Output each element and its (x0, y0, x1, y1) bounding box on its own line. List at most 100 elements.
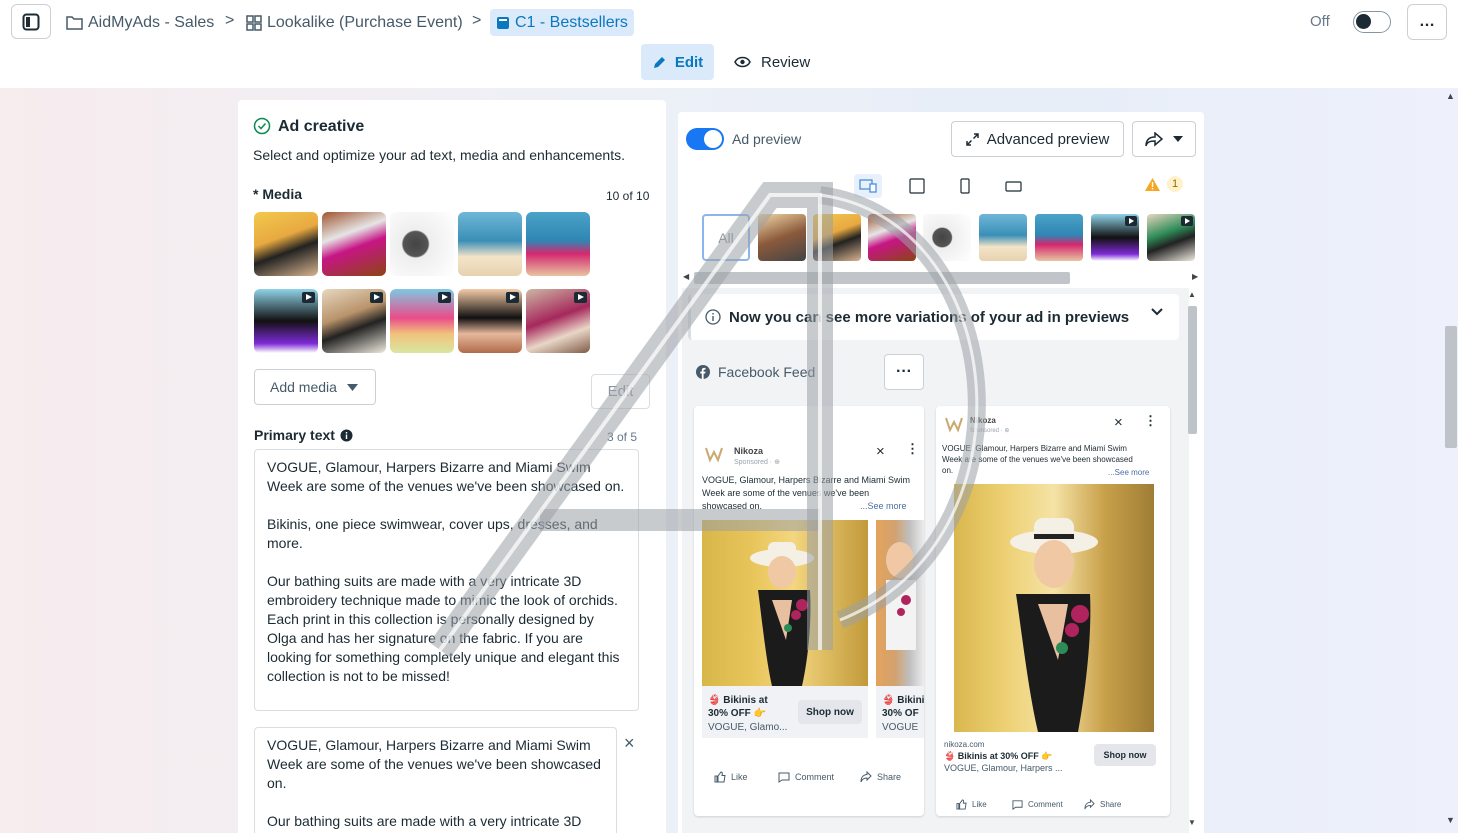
facebook-feed-preview-single[interactable]: Nikoza Sponsored · ⊕ × ⋮ VOGUE, Glamour,… (936, 406, 1170, 816)
variation-thumbnail[interactable] (1035, 214, 1083, 261)
cta-description: VOGUE, Glamo... (708, 722, 788, 733)
video-thumbnail[interactable] (458, 289, 522, 353)
landscape-view-button[interactable] (999, 174, 1027, 198)
sidebar-toggle-button[interactable] (11, 4, 51, 39)
comment-button[interactable]: Comment (778, 771, 834, 783)
see-more-link[interactable]: ...See more (860, 500, 907, 513)
variation-thumbnail[interactable] (979, 214, 1027, 261)
all-devices-view-button[interactable] (854, 174, 882, 198)
ad-cta: nikoza.com 👙 Bikinis at 30% OFF 👉 VOGUE,… (936, 732, 1170, 780)
like-icon (714, 771, 726, 783)
variation-thumbnail[interactable] (923, 214, 971, 261)
placement-options-label: ··· (896, 363, 912, 380)
scroll-up-arrow[interactable]: ▲ (1446, 91, 1455, 101)
variation-thumbnail[interactable] (1091, 214, 1139, 261)
primary-text-title: Primary text (254, 427, 335, 443)
chevron-down-icon (1151, 308, 1163, 316)
variation-thumbnail[interactable] (868, 214, 916, 261)
mobile-view-button[interactable] (951, 174, 979, 198)
breadcrumb-adset-label: Lookalike (Purchase Event) (267, 13, 463, 31)
warnings-indicator[interactable]: 1 (1144, 176, 1183, 192)
primary-text-label: Primary text (254, 427, 353, 443)
video-thumbnail[interactable] (526, 289, 590, 353)
video-thumbnail[interactable] (322, 289, 386, 353)
facebook-feed-preview-carousel[interactable]: Nikoza Sponsored · ⊕ × ⋮ VOGUE, Glamour,… (694, 406, 924, 816)
variation-all-button[interactable]: All (702, 214, 750, 261)
primary-text-count: 3 of 5 (607, 430, 638, 444)
warning-icon (1145, 177, 1160, 191)
primary-text-input-1[interactable]: VOGUE, Glamour, Harpers Bizarre and Miam… (254, 449, 639, 711)
section-title: Ad creative (278, 118, 365, 135)
video-thumbnail[interactable] (254, 289, 318, 353)
share-button[interactable]: Share (860, 771, 901, 783)
placement-options-button[interactable]: ··· (884, 354, 924, 390)
info-icon[interactable] (340, 429, 353, 442)
add-media-button[interactable]: Add media (254, 369, 376, 405)
ad-text: VOGUE, Glamour, Harpers Bizarre and Miam… (942, 444, 1133, 475)
ad-status-toggle[interactable] (1353, 11, 1391, 33)
scroll-down-arrow[interactable]: ▼ (1446, 815, 1455, 825)
ad-preview-label: Ad preview (732, 131, 802, 147)
ad-icon (497, 16, 509, 29)
variation-thumbnail[interactable] (1147, 214, 1195, 261)
scroll-up-arrow[interactable]: ▲ (1188, 290, 1196, 299)
see-more-link[interactable]: ...See more (1108, 466, 1149, 479)
facebook-icon (696, 365, 710, 379)
comment-icon (778, 772, 790, 783)
variations-scrollbar-thumb[interactable] (694, 272, 1070, 284)
page-scrollbar[interactable] (1443, 88, 1458, 833)
video-thumbnail[interactable] (390, 289, 454, 353)
comment-button[interactable]: Comment (1012, 799, 1063, 810)
like-button[interactable]: Like (956, 799, 987, 810)
shop-now-button[interactable]: Shop now (1094, 744, 1156, 766)
breadcrumb-ad[interactable]: C1 - Bestsellers (490, 9, 634, 36)
ad-creative-panel: Ad creative Select and optimize your ad … (238, 100, 666, 833)
edit-media-label: Edit (607, 383, 634, 400)
breadcrumb-account[interactable]: AidMyAds - Sales (66, 9, 214, 36)
devices-icon (859, 179, 877, 193)
ad-menu-button[interactable]: ⋮ (1144, 414, 1157, 427)
like-button[interactable]: Like (714, 771, 748, 783)
landscape-icon (1004, 180, 1022, 192)
ad-domain: nikoza.com (944, 740, 985, 749)
grid-icon (246, 14, 262, 31)
media-thumbnail[interactable] (458, 212, 522, 276)
scroll-left-arrow[interactable]: ◀ (683, 272, 689, 281)
primary-text-input-2[interactable]: VOGUE, Glamour, Harpers Bizarre and Miam… (254, 727, 617, 833)
like-label: Like (972, 800, 987, 809)
share-preview-button[interactable] (1132, 121, 1196, 157)
advanced-preview-label: Advanced preview (986, 130, 1110, 148)
share-button[interactable]: Share (1084, 799, 1121, 810)
media-label: * Media (253, 186, 303, 202)
media-thumbnail[interactable] (390, 212, 454, 276)
breadcrumb-adset[interactable]: Lookalike (Purchase Event) (246, 9, 463, 36)
eye-icon (734, 56, 751, 68)
variation-thumbnail[interactable] (813, 214, 861, 261)
edit-media-button[interactable]: Edit (591, 374, 650, 409)
square-view-button[interactable] (903, 174, 931, 198)
media-thumbnail[interactable] (526, 212, 590, 276)
video-play-icon (370, 292, 383, 303)
more-options-label: … (1419, 13, 1435, 30)
review-mode-tab[interactable]: Review (734, 44, 810, 80)
page-scrollbar-thumb[interactable] (1445, 326, 1457, 448)
scroll-right-arrow[interactable]: ▶ (1192, 272, 1198, 281)
shop-now-button[interactable]: Shop now (798, 700, 862, 724)
ad-preview-toggle[interactable] (686, 128, 724, 150)
remove-text-button[interactable]: × (624, 733, 635, 754)
variation-thumbnail[interactable] (758, 214, 806, 261)
scroll-down-arrow[interactable]: ▼ (1188, 818, 1196, 827)
preview-scrollbar-thumb[interactable] (1188, 306, 1197, 434)
more-options-button[interactable]: … (1407, 4, 1447, 40)
hide-ad-button[interactable]: × (876, 443, 885, 460)
breadcrumb-ad-label: C1 - Bestsellers (515, 13, 628, 31)
advanced-preview-button[interactable]: Advanced preview (951, 121, 1124, 157)
variations-info-banner[interactable]: Now you can see more variations of your … (688, 294, 1179, 340)
hide-ad-button[interactable]: × (1114, 414, 1123, 431)
ad-menu-button[interactable]: ⋮ (906, 442, 919, 455)
media-thumbnail[interactable] (322, 212, 386, 276)
pencil-icon (653, 56, 665, 68)
edit-mode-tab[interactable]: Edit (641, 44, 714, 80)
preview-scrollbar[interactable]: ▲ ▼ (1186, 288, 1199, 833)
media-thumbnail[interactable] (254, 212, 318, 276)
